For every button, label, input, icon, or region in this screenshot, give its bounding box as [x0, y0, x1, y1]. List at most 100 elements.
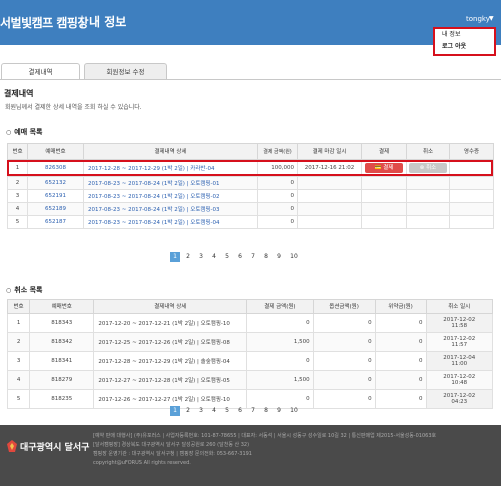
page-link[interactable]: 4	[209, 252, 219, 262]
reservation-detail-link[interactable]: 2017-08-23 ~ 2017-08-24 (1박 2일) | 오토캠핑-0…	[83, 215, 258, 229]
menu-item-logout[interactable]: 로그 아웃	[435, 41, 494, 53]
column-header: 예매번호	[27, 143, 84, 160]
payment-deadline	[297, 189, 362, 203]
page-link[interactable]: 7	[248, 406, 258, 416]
cancellations-pagination: 1 2 3 4 5 6 7 8 9 10	[170, 406, 310, 416]
cancel-datetime: 2017-12-02 04:23	[425, 389, 494, 409]
page-link[interactable]: 7	[248, 252, 258, 262]
cancel-cell	[406, 176, 450, 190]
page-link[interactable]: 2	[183, 406, 193, 416]
cancel-datetime: 2017-12-02 11:58	[425, 313, 494, 333]
cancellations-table: 번호 예매번호 결제내역 상세 결제 금액(원) 옵션금액(원) 위약금(원) …	[6, 299, 494, 409]
page-link[interactable]: 1	[170, 252, 180, 262]
page-link[interactable]: 8	[261, 406, 271, 416]
column-header: 번호	[6, 299, 31, 314]
row-number: 3	[6, 351, 31, 371]
column-header: 취소	[406, 143, 450, 160]
column-header: 영수증	[449, 143, 494, 160]
bullet-icon: ○	[6, 287, 12, 294]
reservation-id-link[interactable]: 652132	[27, 176, 84, 190]
menu-item-my-info[interactable]: 내 정보	[435, 29, 494, 41]
chevron-down-icon[interactable]: ▼	[489, 15, 494, 22]
cancellation-detail: 2017-12-20 ~ 2017-12-21 (1박 2일) | 오토캠핑-1…	[93, 313, 248, 333]
payment-deadline	[297, 215, 362, 229]
title-separator: |	[80, 14, 85, 28]
table-row: 3 652191 2017-08-23 ~ 2017-08-24 (1박 2일)…	[7, 189, 494, 203]
row-number: 4	[7, 202, 28, 216]
footer-info: [예약 판매 대행사] (주)유포러스 | 사업자등록번호: 101-87-78…	[93, 432, 436, 468]
footer-line: [예약 판매 대행사] (주)유포러스 | 사업자등록번호: 101-87-78…	[93, 433, 437, 439]
penalty-amount: 0	[374, 332, 427, 352]
page-link[interactable]: 6	[235, 406, 245, 416]
page-link[interactable]: 5	[222, 252, 232, 262]
payment-deadline	[297, 176, 362, 190]
column-header: 결제내역 상세	[83, 143, 258, 160]
table-row: 5 652187 2017-08-23 ~ 2017-08-24 (1박 2일)…	[7, 215, 494, 229]
column-header: 결제	[361, 143, 407, 160]
cancel-datetime: 2017-12-02 11:57	[425, 332, 494, 352]
receipt-cell	[449, 176, 494, 190]
district-logo-icon	[7, 440, 17, 452]
username-menu[interactable]: tongky	[466, 15, 490, 23]
table-header-row: 번호 예매번호 결제내역 상세 결제 금액(원) 옵션금액(원) 위약금(원) …	[6, 299, 494, 314]
page-link[interactable]: 3	[196, 252, 206, 262]
reservations-heading: ○ 예매 목록	[6, 127, 42, 137]
site-footer: 대구광역시 달서구 [예약 판매 대행사] (주)유포러스 | 사업자등록번호:…	[0, 425, 501, 486]
reservation-detail-link[interactable]: 2017-08-23 ~ 2017-08-24 (1박 2일) | 오토캠핑-0…	[83, 202, 258, 216]
page-link[interactable]: 5	[222, 406, 232, 416]
tab-edit-profile[interactable]: 회원정보 수정	[84, 63, 167, 80]
penalty-amount: 0	[374, 370, 427, 390]
reservation-id-link[interactable]: 652191	[27, 189, 84, 203]
reservation-id: 818343	[29, 313, 95, 333]
cancel-cell	[406, 215, 450, 229]
payment-amount: 1,500	[246, 370, 314, 390]
payment-amount: 0	[246, 313, 314, 333]
row-number: 1	[6, 313, 31, 333]
section-title: 결제내역	[4, 89, 34, 98]
penalty-amount: 0	[374, 313, 427, 333]
table-row: 4 818279 2017-12-27 ~ 2017-12-28 (1박 2일)…	[6, 370, 494, 390]
column-header: 번호	[7, 143, 28, 160]
page-link[interactable]: 9	[274, 252, 284, 262]
reservation-id-link[interactable]: 652187	[27, 215, 84, 229]
column-header: 예매번호	[29, 299, 95, 314]
page-link[interactable]: 2	[183, 252, 193, 262]
option-amount: 0	[312, 351, 376, 371]
page-link[interactable]: 10	[289, 406, 299, 416]
site-header: 서벌빛캠프 캠핑장 | 내 정보 tongky ▼	[0, 0, 501, 45]
table-row: 3 818341 2017-12-28 ~ 2017-12-29 (1박 2일)…	[6, 351, 494, 371]
column-header: 위약금(원)	[374, 299, 427, 314]
row-number: 5	[6, 389, 31, 409]
reservation-detail-link[interactable]: 2017-08-23 ~ 2017-08-24 (1박 2일) | 오토캠핑-0…	[83, 189, 258, 203]
site-title[interactable]: 서벌빛캠프 캠핑장	[0, 14, 89, 31]
cancel-datetime: 2017-12-02 10:48	[425, 370, 494, 390]
reservations-pagination: 1 2 3 4 5 6 7 8 9 10	[170, 252, 310, 262]
cancel-time: 04:23	[451, 399, 468, 405]
payment-deadline	[297, 202, 362, 216]
reservation-id: 818279	[29, 370, 95, 390]
cancel-time: 11:00	[451, 361, 468, 367]
page-link[interactable]: 9	[274, 406, 284, 416]
row-number: 3	[7, 189, 28, 203]
tab-payment-history[interactable]: 결제내역	[1, 63, 80, 80]
table-row: 2 652132 2017-08-23 ~ 2017-08-24 (1박 2일)…	[7, 176, 494, 190]
option-amount: 0	[312, 313, 376, 333]
option-amount: 0	[312, 332, 376, 352]
reservation-detail-link[interactable]: 2017-08-23 ~ 2017-08-24 (1박 2일) | 오토캠핑-0…	[83, 176, 258, 190]
pay-cell	[361, 176, 407, 190]
reservations-table: 번호 예매번호 결제내역 상세 결제 금액(원) 결제 마감 일시 결제 취소 …	[7, 143, 494, 229]
reservation-id-link[interactable]: 652189	[27, 202, 84, 216]
column-header: 취소 일시	[425, 299, 494, 314]
reservation-id: 818342	[29, 332, 95, 352]
cancellation-detail: 2017-12-25 ~ 2017-12-26 (1박 2일) | 오토캠핑-0…	[93, 332, 248, 352]
page-link[interactable]: 6	[235, 252, 245, 262]
cancel-cell	[406, 189, 450, 203]
page-link[interactable]: 8	[261, 252, 271, 262]
cancel-cell	[406, 202, 450, 216]
page-link[interactable]: 10	[289, 252, 299, 262]
page-link[interactable]: 1	[170, 406, 180, 416]
page-link[interactable]: 4	[209, 406, 219, 416]
cancellation-detail: 2017-12-28 ~ 2017-12-29 (1박 2일) | 솔숲캠핑-0…	[93, 351, 248, 371]
column-header: 결제 금액(원)	[246, 299, 314, 314]
page-link[interactable]: 3	[196, 406, 206, 416]
